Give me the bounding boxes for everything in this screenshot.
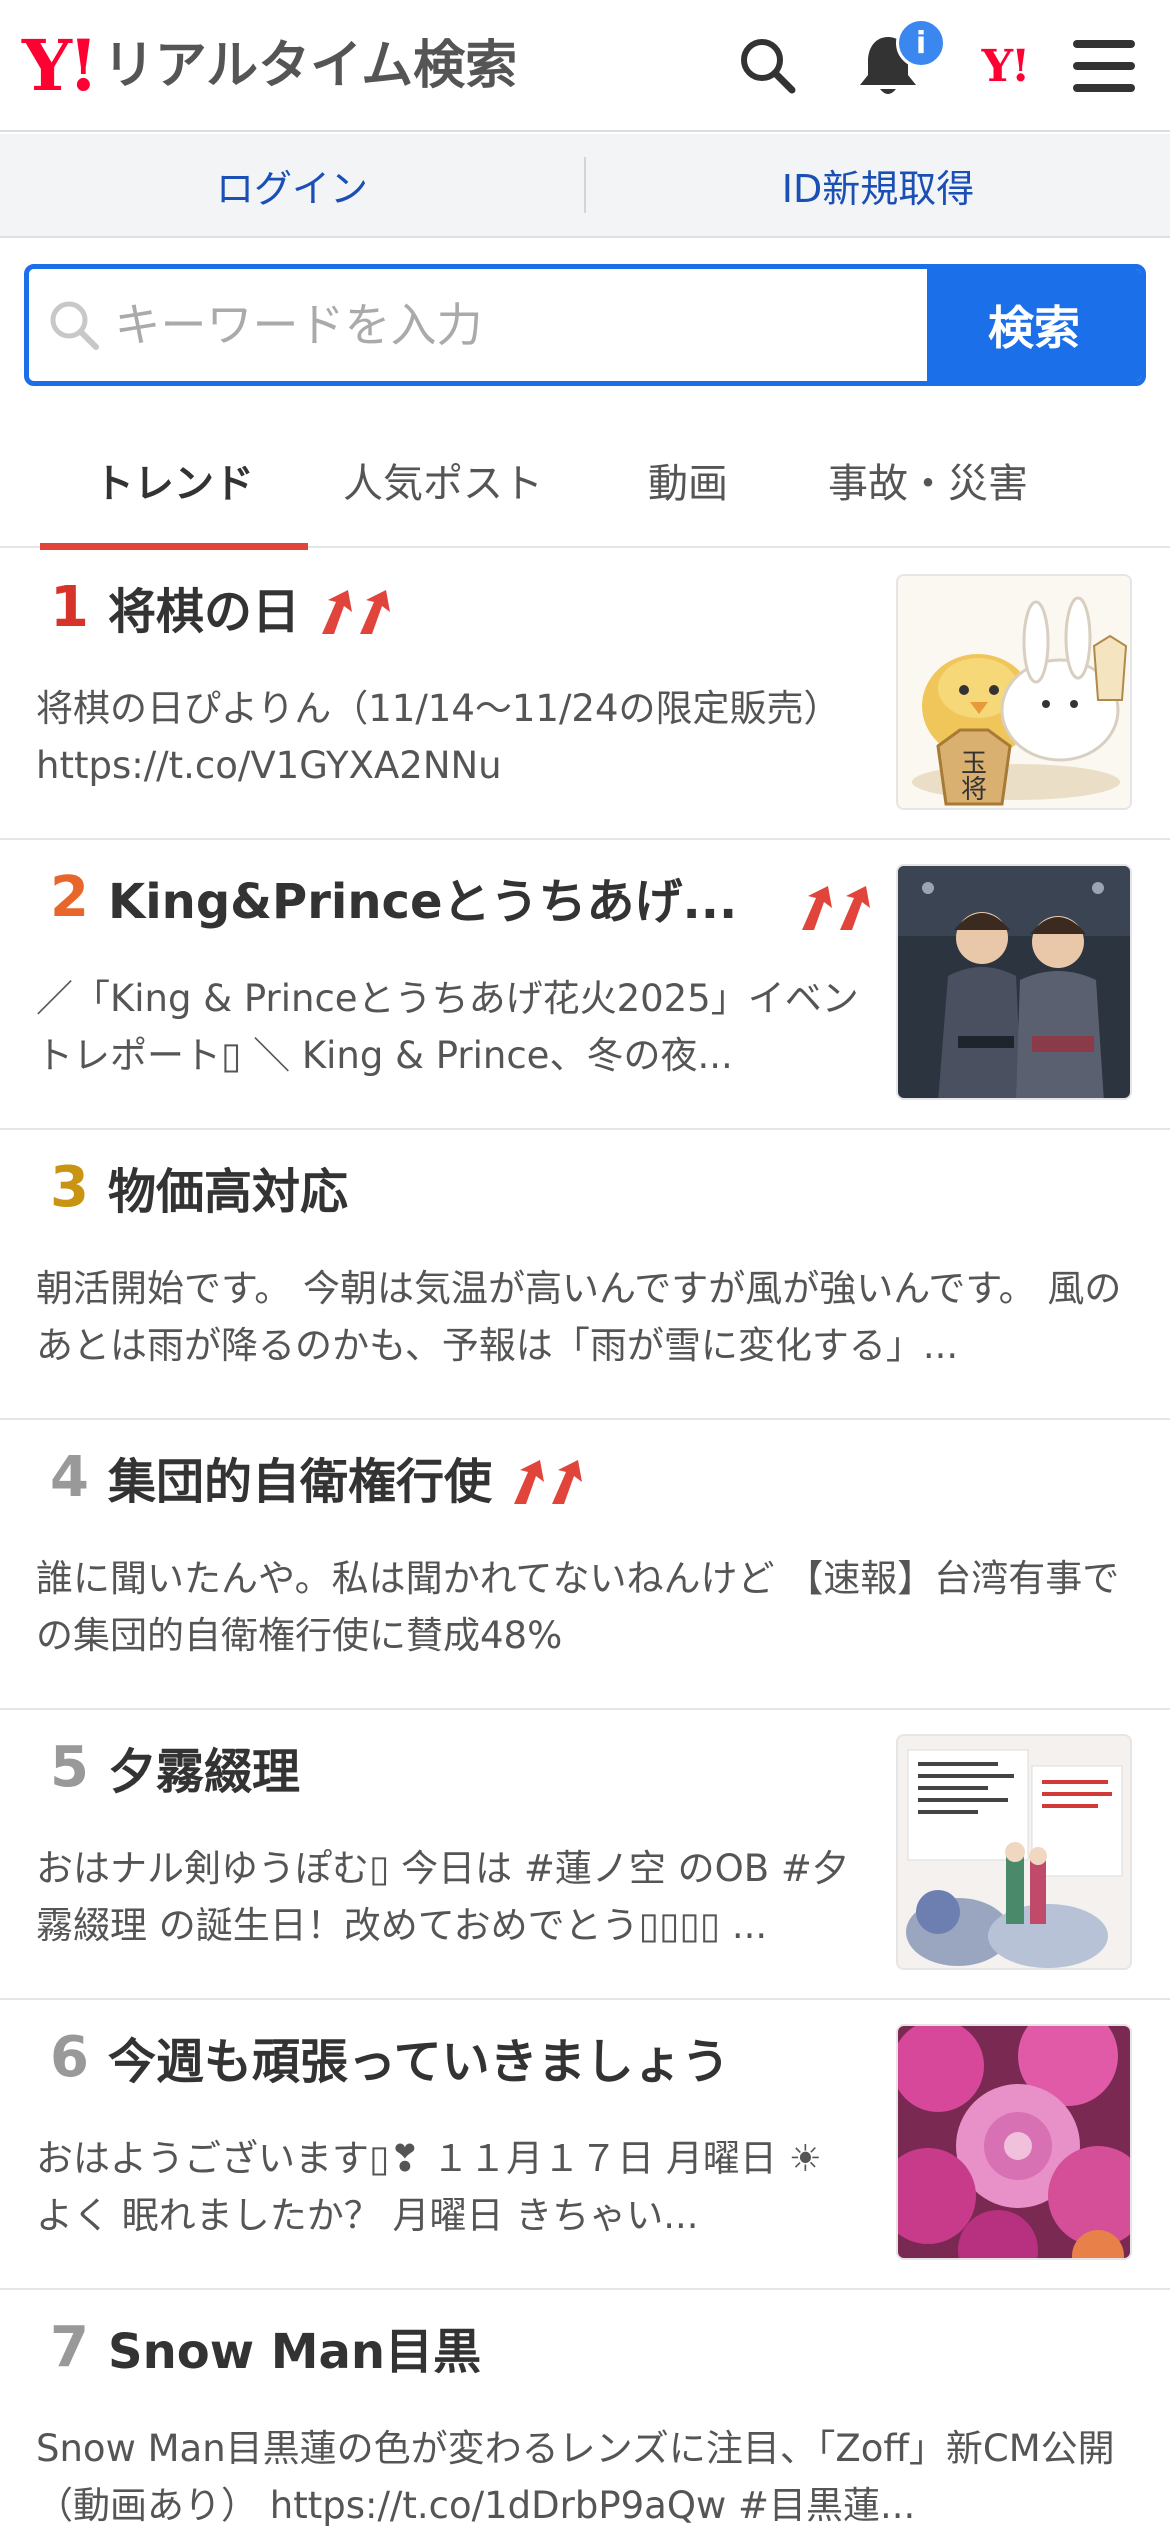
trend-thumbnail[interactable]: [896, 2024, 1132, 2260]
trend-title[interactable]: 将棋の日: [108, 580, 300, 644]
shogi-piece-sho: 将: [961, 775, 987, 805]
rising-arrows-icon: [318, 588, 400, 636]
hamburger-menu-icon[interactable]: [1064, 26, 1144, 106]
category-tabs: トレンド 人気ポスト 動画 事故・災害: [0, 412, 1170, 550]
trend-rank: 4: [50, 1445, 89, 1510]
trend-thumbnail[interactable]: [896, 864, 1132, 1100]
trend-snippet: おはようございます▯❣ １１月１７日 月曜日 ☀ よく 眠れましたか？ 月曜日 …: [36, 2137, 822, 2237]
search-form: 検索: [24, 264, 1146, 386]
trend-item[interactable]: 6 今週も頑張っていきましょう おはようございます▯❣ １１月１７日 月曜日 ☀…: [0, 2000, 1170, 2290]
trend-snippet: Snow Man目黒蓮の色が変わるレンズに注目、「Zoff」新CM公開（動画あり…: [36, 2427, 1115, 2527]
trend-thumbnail[interactable]: [896, 1734, 1132, 1970]
login-bar: ログイン ID新規取得: [0, 134, 1170, 238]
trend-item[interactable]: 2 King&Princeとうちあげ... ／「King & Princeとうち…: [0, 840, 1170, 1130]
trend-title[interactable]: 集団的自衛権行使: [108, 1450, 492, 1514]
trend-title-row: 夕霧綴理: [108, 1740, 300, 1804]
trend-thumbnail[interactable]: 玉 将: [896, 574, 1132, 810]
tab-popular-posts[interactable]: 人気ポスト: [288, 412, 598, 548]
search-button[interactable]: 検索: [927, 269, 1141, 381]
trend-rank: 1: [50, 575, 89, 640]
tab-videos[interactable]: 動画: [598, 412, 778, 548]
tab-trend[interactable]: トレンド: [40, 412, 308, 550]
logo-title: リアルタイム検索: [102, 36, 518, 96]
trend-rank: 6: [50, 2025, 89, 2090]
yahoo-logo-mark: Y!: [22, 24, 99, 107]
login-link[interactable]: ログイン: [0, 158, 584, 213]
shogi-piyorin-image: 玉 将: [898, 576, 1130, 808]
trend-rank: 7: [50, 2315, 89, 2380]
trend-item[interactable]: 4 集団的自衛権行使 誰に聞いたんや。私は聞かれてないねんけど 【速報】台湾有事…: [0, 1420, 1170, 1710]
king-and-prince-photo: [898, 866, 1130, 1098]
trend-title-row: 今週も頑張っていきましょう: [108, 2030, 730, 2094]
trend-title-row: King&Princeとうちあげ...: [108, 870, 737, 934]
trend-item[interactable]: 7 Snow Man目黒 Snow Man目黒蓮の色が変わるレンズに注目、「Zo…: [0, 2290, 1170, 2532]
trend-snippet: 将棋の日ぴよりん（11/14〜11/24の限定販売） https://t.co/…: [36, 687, 841, 787]
notification-badge[interactable]: i: [896, 18, 946, 68]
trend-title[interactable]: 物価高対応: [108, 1160, 348, 1224]
trend-title[interactable]: Snow Man目黒: [108, 2320, 481, 2384]
yahoo-realtime-logo[interactable]: Y! リアルタイム検索: [22, 28, 517, 104]
pink-flowers-photo: [898, 2026, 1130, 2258]
trend-title-row: Snow Man目黒: [108, 2320, 481, 2384]
rising-arrows-icon: [510, 1458, 592, 1506]
tab-accidents-disasters[interactable]: 事故・災害: [778, 412, 1078, 548]
search-icon[interactable]: [728, 26, 808, 106]
trend-snippet: 誰に聞いたんや。私は聞かれてないねんけど 【速報】台湾有事での集団的自衛権行使に…: [36, 1557, 1120, 1657]
signup-link[interactable]: ID新規取得: [586, 158, 1170, 213]
trend-rank: 2: [50, 865, 89, 930]
trend-snippet: 朝活開始です。 今朝は気温が高いんですが風が強いんです。 風のあとは雨が降るのか…: [36, 1267, 1122, 1367]
app-header: Y! リアルタイム検索 i Y!: [0, 0, 1170, 132]
trend-snippet: おはナル剣ゆうぽむ▯ 今日は #蓮ノ空 のOB #夕霧綴理 の誕生日！改めておめ…: [36, 1847, 849, 1947]
trend-list: 1 将棋の日 将棋の日ぴよりん（11/14〜11/24の限定販売） https:…: [0, 550, 1170, 2532]
trend-title[interactable]: 今週も頑張っていきましょう: [108, 2030, 730, 2094]
trend-title-row: 集団的自衛権行使: [108, 1450, 592, 1514]
figures-birthday-photo: [898, 1736, 1130, 1968]
trend-rank: 3: [50, 1155, 89, 1220]
search-field: [29, 269, 927, 381]
yahoo-japan-icon[interactable]: Y!: [965, 26, 1045, 106]
rising-arrows-icon: [798, 884, 880, 932]
trend-item[interactable]: 1 将棋の日 将棋の日ぴよりん（11/14〜11/24の限定販売） https:…: [0, 550, 1170, 840]
yahoo-japan-mark: Y!: [981, 40, 1031, 92]
trend-title-row: 物価高対応: [108, 1160, 348, 1224]
trend-snippet: ／「King & Princeとうちあげ花火2025」イベントレポート▯ ＼ K…: [36, 977, 859, 1077]
search-field-icon: [33, 269, 114, 381]
trend-item[interactable]: 3 物価高対応 朝活開始です。 今朝は気温が高いんですが風が強いんです。 風のあ…: [0, 1130, 1170, 1420]
trend-title[interactable]: 夕霧綴理: [108, 1740, 300, 1804]
trend-rank: 5: [50, 1735, 89, 1800]
search-input[interactable]: [114, 298, 927, 352]
trend-item[interactable]: 5 夕霧綴理 おはナル剣ゆうぽむ▯ 今日は #蓮ノ空 のOB #夕霧綴理 の誕生…: [0, 1710, 1170, 2000]
trend-title[interactable]: King&Princeとうちあげ...: [108, 870, 737, 934]
trend-title-row: 将棋の日: [108, 580, 400, 644]
